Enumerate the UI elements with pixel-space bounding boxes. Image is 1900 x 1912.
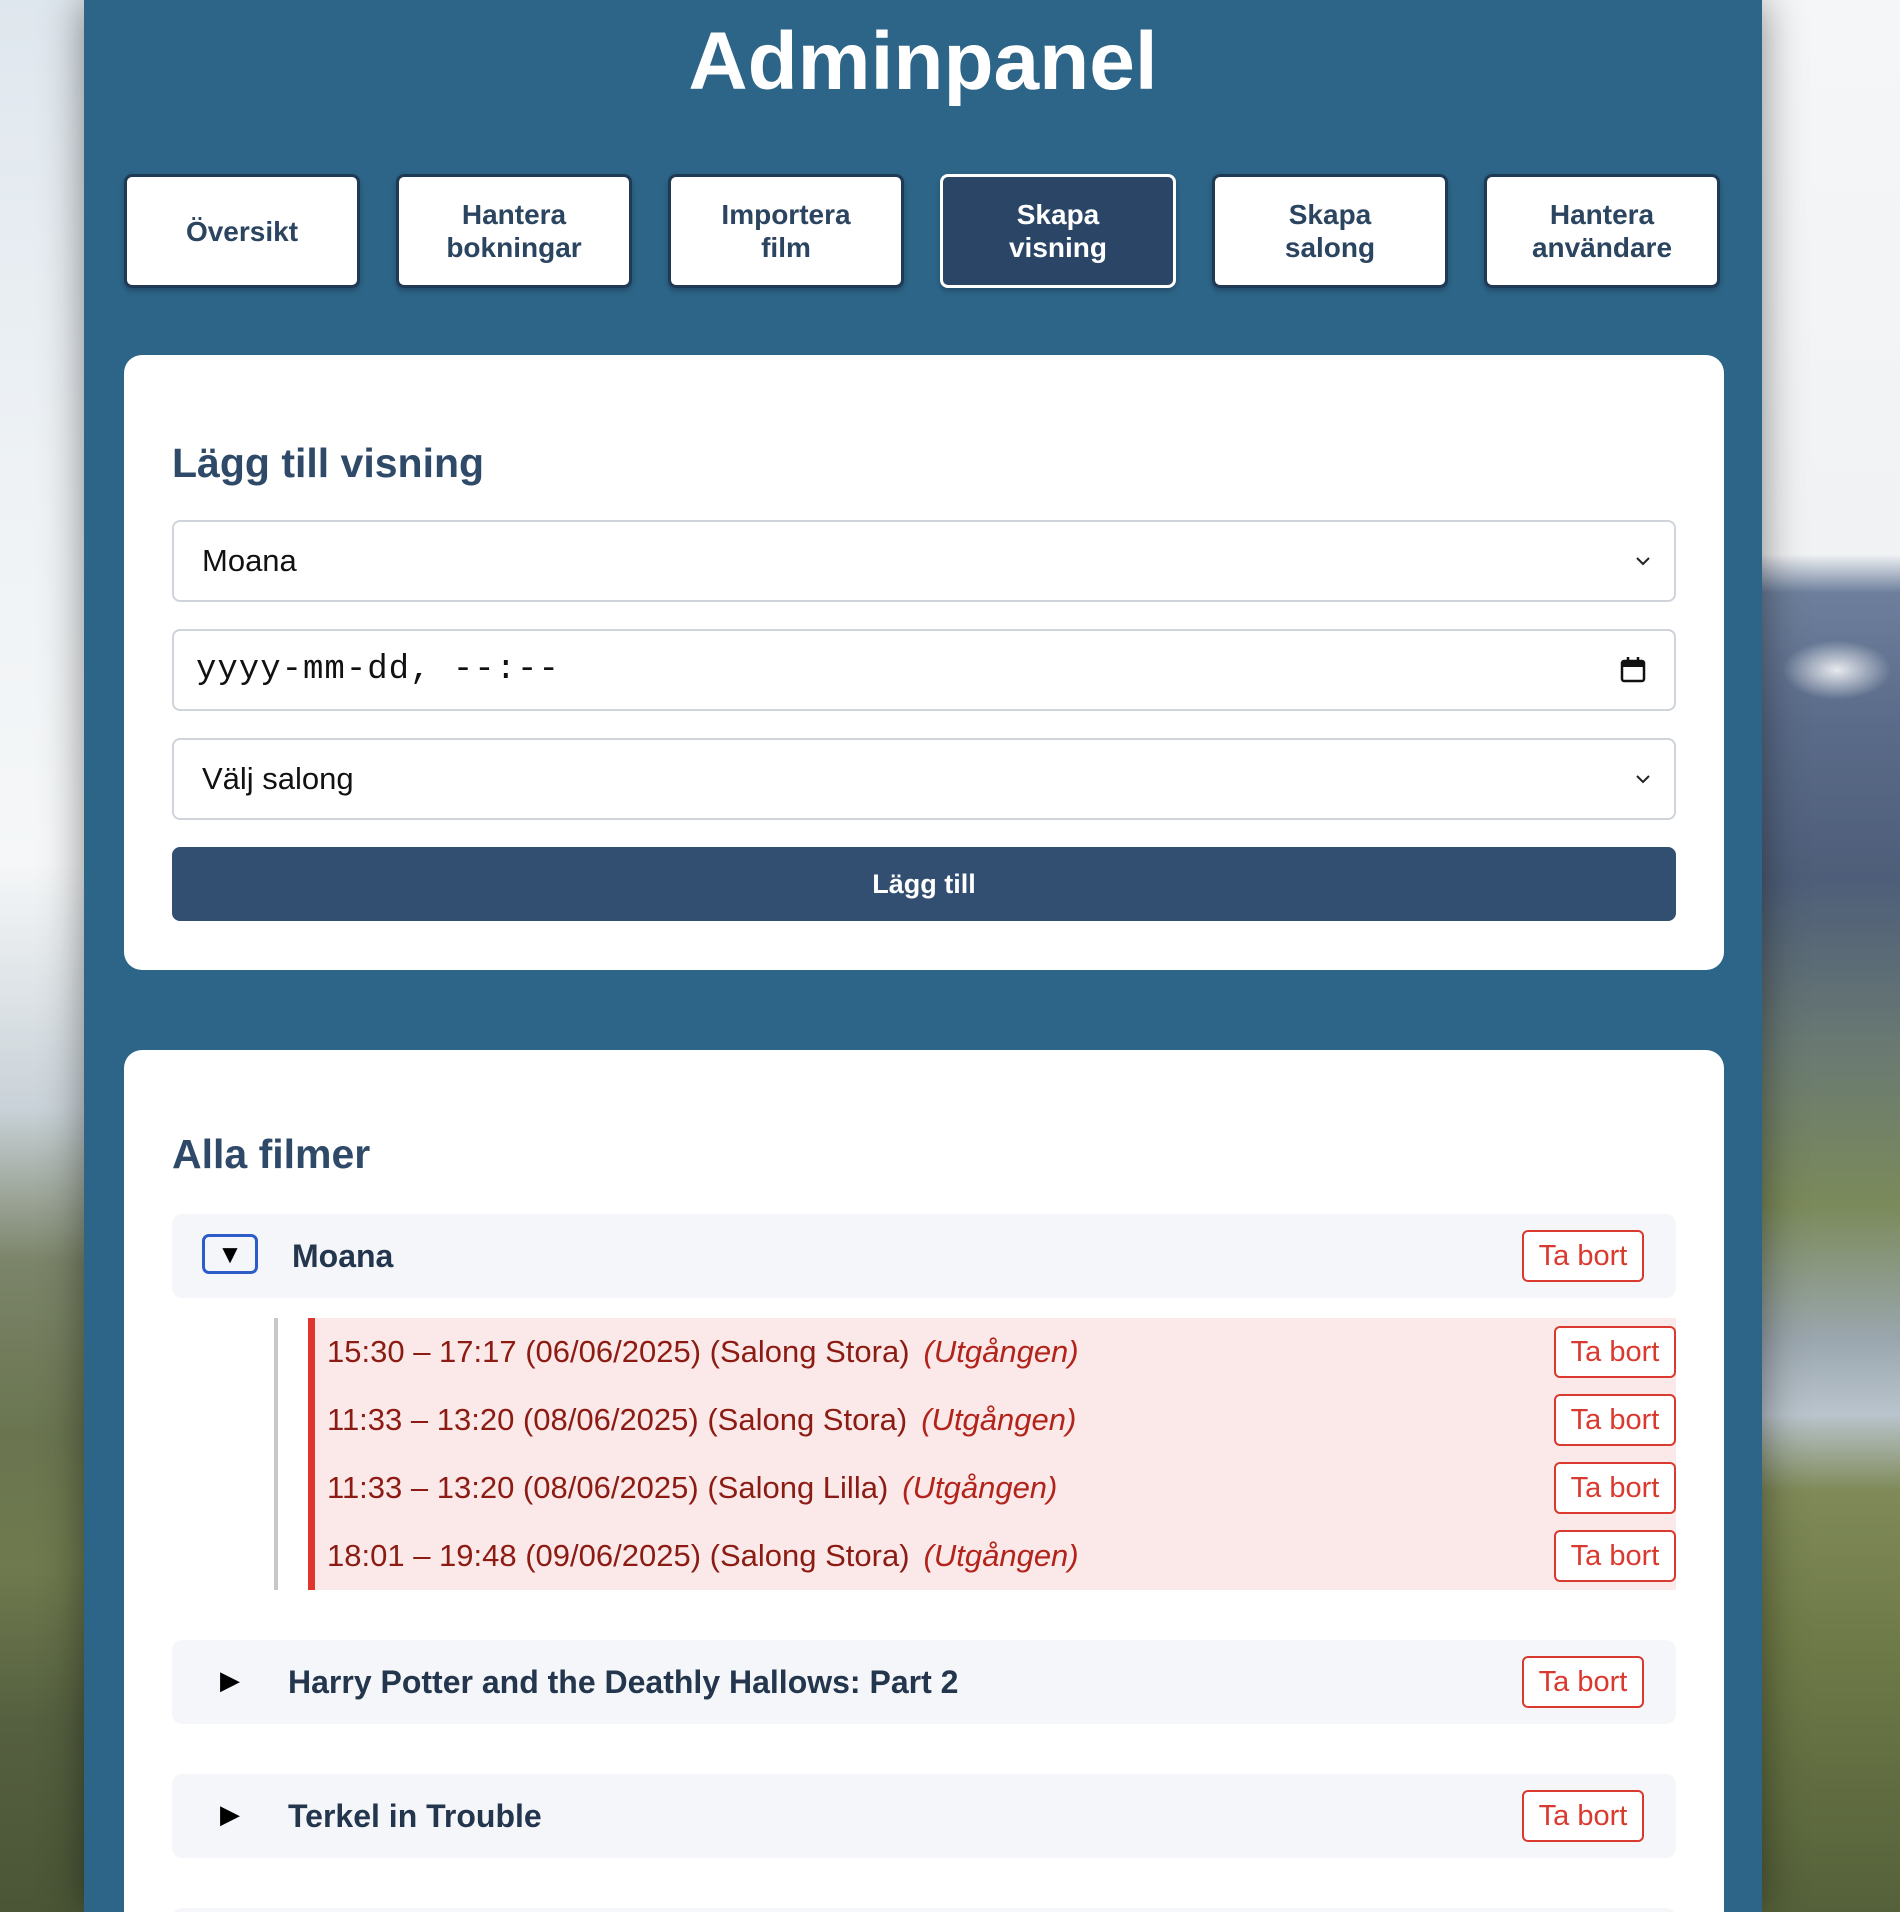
film-row: ▶ Harry Potter and the Deathly Hallows: … (172, 1640, 1676, 1724)
screening-text: 18:01 – 19:48 (09/06/2025) (Salong Stora… (327, 1522, 1079, 1590)
salon-select[interactable]: Välj salong (172, 738, 1676, 820)
film-row: ▼ Moana Ta bort (172, 1214, 1676, 1298)
screening-list: 15:30 – 17:17 (06/06/2025) (Salong Stora… (274, 1318, 1676, 1590)
chevron-down-icon (1636, 557, 1650, 566)
screening-item: 11:33 – 13:20 (08/06/2025) (Salong Stora… (315, 1386, 1676, 1454)
delete-screening-button[interactable]: Ta bort (1554, 1326, 1676, 1378)
screening-text: 15:30 – 17:17 (06/06/2025) (Salong Stora… (327, 1318, 1079, 1386)
nav-import-film-button[interactable]: Importera film (668, 174, 904, 288)
film-title: Moana (292, 1238, 394, 1274)
nav-label: Skapa salong (1284, 199, 1376, 263)
screening-time: 11:33 – 13:20 (08/06/2025) (Salong Stora… (327, 1402, 908, 1437)
delete-film-button[interactable]: Ta bort (1522, 1656, 1644, 1708)
tree-connector (274, 1318, 278, 1590)
film-row-partial (172, 1908, 1676, 1912)
nav-label: Hantera bokningar (446, 199, 582, 263)
admin-panel: Adminpanel Översikt Hantera bokningar Im… (84, 0, 1762, 1912)
screening-text: 11:33 – 13:20 (08/06/2025) (Salong Stora… (327, 1386, 1076, 1454)
chevron-down-icon (1636, 775, 1650, 784)
background-landscape-left (0, 0, 84, 1912)
nav-manage-users-button[interactable]: Hantera användare (1484, 174, 1720, 288)
screening-time: 11:33 – 13:20 (08/06/2025) (Salong Lilla… (327, 1470, 889, 1505)
delete-screening-button[interactable]: Ta bort (1554, 1462, 1676, 1514)
film-row: ▶ Terkel in Trouble Ta bort (172, 1774, 1676, 1858)
snow-patch (1782, 640, 1892, 700)
salon-select-value: Välj salong (202, 761, 354, 796)
nav-label: Importera film (721, 199, 851, 263)
screening-time: 15:30 – 17:17 (06/06/2025) (Salong Stora… (327, 1334, 910, 1369)
add-screening-button[interactable]: Lägg till (172, 847, 1676, 921)
expand-toggle-icon[interactable]: ▶ (202, 1660, 258, 1700)
delete-film-button[interactable]: Ta bort (1522, 1790, 1644, 1842)
page-title: Adminpanel (688, 16, 1158, 107)
nav-label: Översikt (185, 215, 299, 247)
add-screening-heading: Lägg till visning (172, 440, 485, 486)
screening-status: (Utgången) (921, 1402, 1077, 1437)
screening-status: (Utgången) (923, 1334, 1079, 1369)
all-films-card: Alla filmer ▼ Moana Ta bort 15:30 – 17:1… (124, 1050, 1724, 1912)
admin-nav: Översikt Hantera bokningar Importera fil… (124, 174, 1722, 288)
delete-screening-button[interactable]: Ta bort (1554, 1394, 1676, 1446)
screening-item: 18:01 – 19:48 (09/06/2025) (Salong Stora… (315, 1522, 1676, 1590)
expand-toggle-icon[interactable]: ▶ (202, 1794, 258, 1834)
screening-status: (Utgången) (923, 1538, 1079, 1573)
film-select-value: Moana (202, 543, 297, 578)
all-films-heading: Alla filmer (172, 1131, 371, 1177)
calendar-icon[interactable] (1618, 655, 1648, 685)
screening-item: 11:33 – 13:20 (08/06/2025) (Salong Lilla… (315, 1454, 1676, 1522)
film-title: Terkel in Trouble (288, 1798, 542, 1834)
screening-time: 18:01 – 19:48 (09/06/2025) (Salong Stora… (327, 1538, 910, 1573)
nav-manage-bookings-button[interactable]: Hantera bokningar (396, 174, 632, 288)
background-landscape-right (1762, 0, 1900, 1912)
nav-create-screening-button[interactable]: Skapa visning (940, 174, 1176, 288)
screening-status: (Utgången) (902, 1470, 1058, 1505)
nav-label: Skapa visning (1008, 199, 1107, 263)
delete-film-button[interactable]: Ta bort (1522, 1230, 1644, 1282)
delete-screening-button[interactable]: Ta bort (1554, 1530, 1676, 1582)
film-title: Harry Potter and the Deathly Hallows: Pa… (288, 1664, 959, 1700)
datetime-placeholder: yyyy-mm-dd, --:-- (196, 651, 560, 689)
nav-overview-button[interactable]: Översikt (124, 174, 360, 288)
add-screening-card: Lägg till visning Moana yyyy-mm-dd, --:-… (124, 355, 1724, 970)
datetime-input[interactable]: yyyy-mm-dd, --:-- (172, 629, 1676, 711)
screening-item: 15:30 – 17:17 (06/06/2025) (Salong Stora… (315, 1318, 1676, 1386)
screening-text: 11:33 – 13:20 (08/06/2025) (Salong Lilla… (327, 1454, 1057, 1522)
collapse-toggle-icon[interactable]: ▼ (202, 1234, 258, 1274)
expired-screenings: 15:30 – 17:17 (06/06/2025) (Salong Stora… (308, 1318, 1676, 1590)
nav-create-salon-button[interactable]: Skapa salong (1212, 174, 1448, 288)
nav-label: Hantera användare (1531, 199, 1673, 263)
film-select[interactable]: Moana (172, 520, 1676, 602)
